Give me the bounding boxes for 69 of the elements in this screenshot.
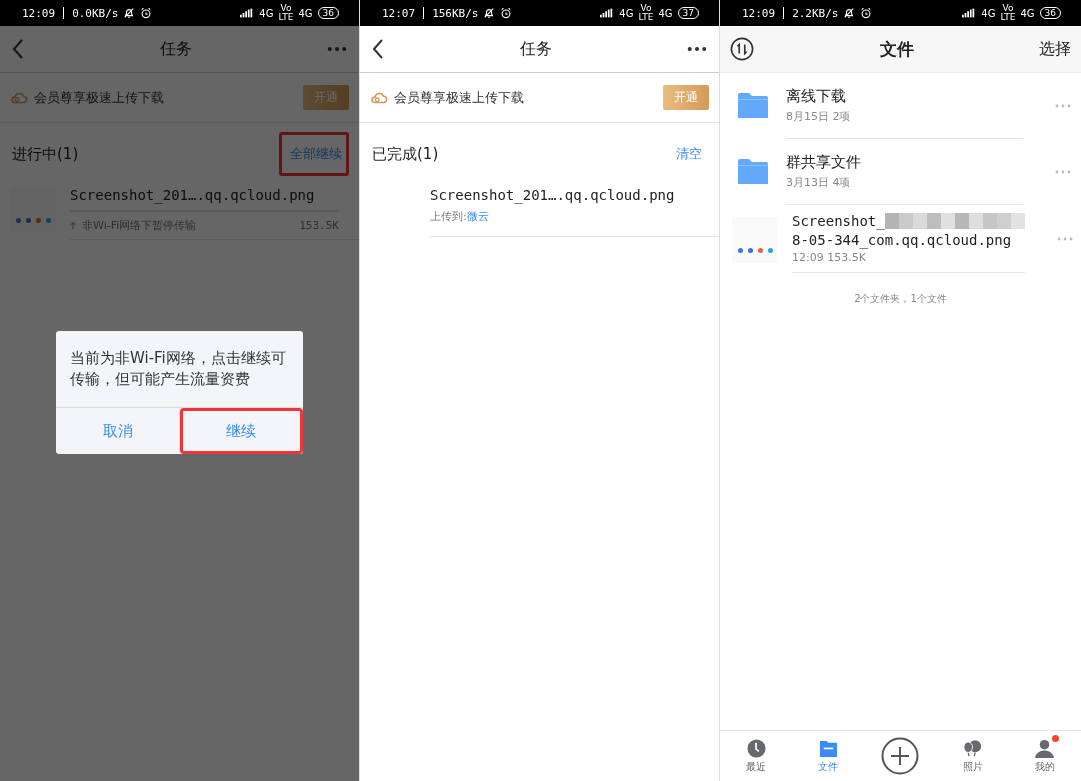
section-action-link[interactable]: 全部继续 [279, 132, 349, 176]
tab-item[interactable]: 文件 [808, 738, 849, 774]
select-button[interactable]: 选择 [1039, 38, 1071, 60]
muted-bell-icon [483, 7, 496, 19]
item-details: 12:09 153.5K [792, 251, 867, 264]
volte-label: Vo LTE [1000, 4, 1016, 22]
balloons-icon [963, 738, 983, 758]
page-title: 任务 [159, 38, 192, 60]
add-button[interactable] [880, 737, 921, 775]
volte-label: Vo LTE [278, 4, 294, 22]
item-count: 2个文件夹，1个文件 [854, 292, 947, 306]
banner-text: 会员尊享极速上传下载 [34, 88, 165, 107]
folder-name: 离线下载 [786, 87, 847, 106]
tab-item[interactable]: 最近 [736, 738, 777, 774]
signal-icon [240, 8, 255, 18]
more-icon[interactable] [687, 46, 707, 52]
network-speed: 2.2KB/s [792, 6, 839, 20]
network-type: 4G [619, 7, 634, 19]
status-time: 12:09 [22, 6, 56, 20]
section-action-link[interactable]: 清空 [665, 132, 709, 176]
muted-bell-icon [123, 7, 136, 19]
signal-icon [962, 8, 977, 18]
item-details: 8月15日 2项 [786, 109, 852, 124]
file-name: Screenshot_201….qq.qcloud.png [70, 186, 316, 203]
file-name: 8-05-344_com.qq.qcloud.png [792, 232, 1013, 248]
page-title: 文件 [879, 37, 914, 61]
destination-link[interactable]: 微云 [466, 209, 489, 224]
cloud-icon [370, 90, 388, 105]
cloud-icon [10, 90, 28, 105]
item-details: 3月13日 4项 [786, 175, 852, 190]
network-type: 4G [259, 7, 274, 19]
task-status: 上传到: [430, 209, 467, 224]
status-time: 12:07 [382, 6, 416, 20]
section-title: 已完成(1) [372, 144, 439, 164]
muted-bell-icon [843, 7, 856, 19]
back-icon[interactable] [372, 38, 384, 60]
network-type: 4G [981, 7, 996, 19]
section-title: 进行中(1) [12, 144, 79, 164]
sort-icon[interactable] [730, 37, 754, 61]
folder-icon [738, 92, 768, 120]
tab-item[interactable]: 照片 [952, 738, 993, 774]
plus-icon [881, 737, 920, 775]
volte-label: Vo LTE [638, 4, 654, 22]
image-thumbnail [732, 217, 778, 263]
folder-name: 群共享文件 [786, 153, 862, 172]
activate-button[interactable]: 开通 [663, 85, 709, 110]
person-icon [1035, 738, 1055, 758]
signal-icon [600, 8, 615, 18]
network-type: 4G [658, 7, 673, 19]
network-speed: 156KB/s [432, 6, 479, 20]
network-type: 4G [298, 7, 313, 19]
file-name: Screenshot_201….qq.qcloud.png [430, 186, 676, 203]
dialog-button[interactable]: 继续 [179, 408, 303, 454]
status-time: 12:09 [742, 6, 776, 20]
folder-icon [818, 738, 838, 758]
alarm-icon [860, 7, 873, 19]
page-title: 任务 [519, 38, 552, 60]
alarm-icon [140, 7, 153, 19]
tab-item[interactable]: 我的 [1024, 738, 1065, 774]
dialog-message: 当前为非Wi-Fi网络，点击继续可传输，但可能产生流量资费 [69, 348, 287, 390]
file-name: Screenshot_ [792, 213, 885, 229]
clock-icon [746, 738, 766, 758]
network-speed: 0.0KB/s [72, 6, 119, 20]
folder-icon [738, 158, 768, 186]
alarm-icon [500, 7, 513, 19]
banner-text: 会员尊享极速上传下载 [394, 88, 525, 107]
network-type: 4G [1020, 7, 1035, 19]
dialog-button[interactable]: 取消 [56, 408, 180, 454]
upload-arrow-icon [70, 221, 76, 230]
